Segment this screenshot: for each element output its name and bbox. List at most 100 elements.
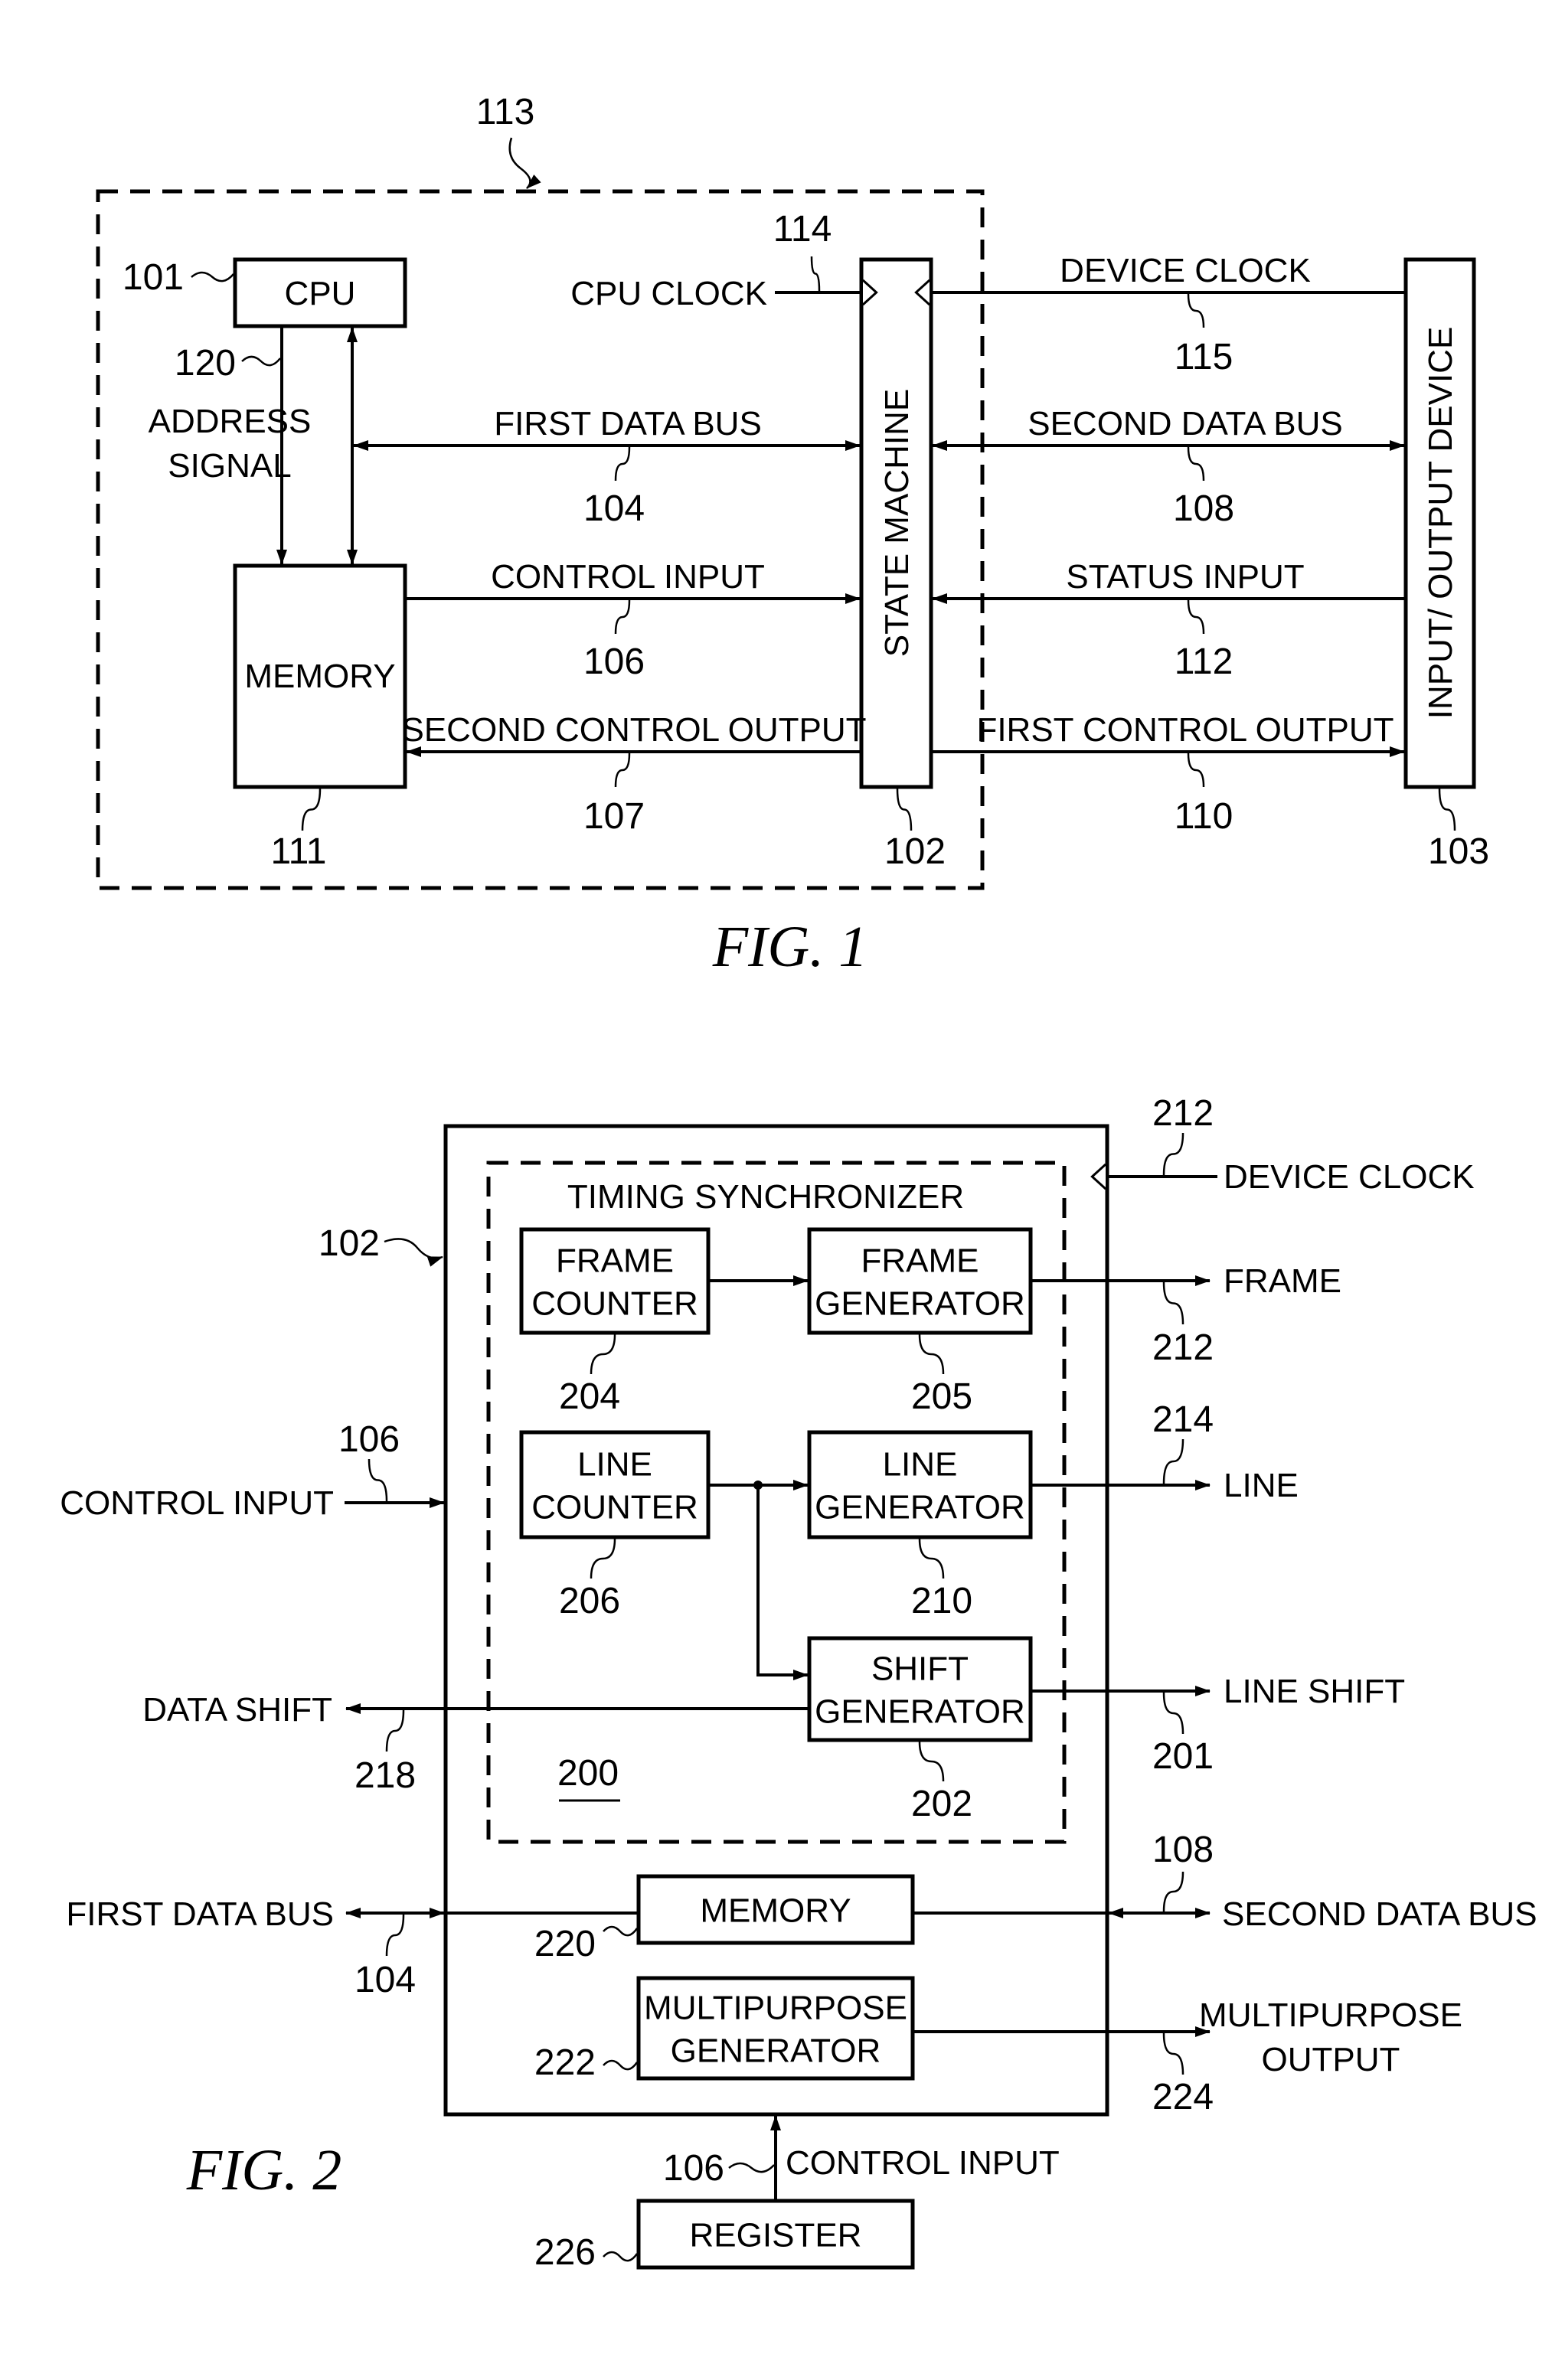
ref-102: 102 — [319, 1223, 380, 1264]
timing-synchronizer-title: TIMING SYNCHRONIZER — [567, 1178, 964, 1216]
status-input-label: STATUS INPUT — [1066, 558, 1304, 596]
ref-206: 206 — [559, 1581, 620, 1621]
ref-220: 220 — [534, 1924, 596, 1964]
leader-101 — [191, 271, 234, 282]
figure-1: 113 CPU 101 MEMORY 111 STATE MACHINE 102 INPUT/… — [96, 92, 1489, 979]
leader-111 — [301, 788, 322, 831]
shift-generator-label-line: SHIFT — [871, 1650, 969, 1688]
leader-102 — [384, 1238, 443, 1267]
ref-106-bottom: 106 — [663, 2148, 724, 2189]
leader-106 — [614, 599, 631, 635]
control-input-bottom-label: CONTROL INPUT — [786, 2144, 1060, 2182]
multipurpose-output-label-line: OUTPUT — [1262, 2041, 1400, 2078]
leader-113 — [508, 137, 541, 189]
leader-226 — [603, 2251, 639, 2262]
ref-101: 101 — [123, 257, 184, 298]
leader-104 — [385, 1914, 405, 1957]
figure-2-caption: FIG. 2 — [186, 2138, 342, 2202]
ref-113: 113 — [476, 92, 535, 132]
ref-214: 214 — [1152, 1399, 1214, 1440]
line-counter-label-line: COUNTER — [531, 1489, 698, 1526]
leader-212-frame — [1162, 1281, 1184, 1325]
cpu-label: CPU — [285, 275, 356, 312]
leader-212-clock — [1162, 1132, 1184, 1176]
leader-115 — [1187, 293, 1205, 328]
leader-108 — [1187, 446, 1205, 482]
leader-106-bottom — [728, 2162, 775, 2173]
control-input-label: CONTROL INPUT — [491, 558, 765, 596]
shift-generator-label-line: GENERATOR — [815, 1693, 1025, 1731]
cpu-clock-label: CPU CLOCK — [570, 275, 767, 312]
frame-label: FRAME — [1224, 1262, 1341, 1300]
ref-114: 114 — [773, 209, 832, 250]
multipurpose-generator-label-line: MULTIPURPOSE — [644, 1990, 907, 2027]
ref-202: 202 — [911, 1784, 972, 1824]
leader-224 — [1162, 2032, 1184, 2075]
leader-201 — [1162, 1692, 1184, 1735]
ref-115: 115 — [1175, 337, 1233, 377]
frame-generator-label-line: GENERATOR — [815, 1285, 1025, 1323]
data-shift-label: DATA SHIFT — [142, 1691, 332, 1729]
leader-106-left — [368, 1458, 388, 1502]
ref-224: 224 — [1152, 2077, 1214, 2117]
first-control-output-label: FIRST CONTROL OUTPUT — [976, 711, 1394, 749]
control-input-left-label: CONTROL INPUT — [60, 1484, 334, 1522]
io-device-label: INPUT/ OUTPUT DEVICE — [1422, 327, 1459, 720]
frame-counter-label-line: FRAME — [556, 1242, 674, 1280]
ref-226: 226 — [534, 2232, 596, 2273]
multipurpose-output-label-line: MULTIPURPOSE — [1199, 1996, 1462, 2034]
ref-218: 218 — [355, 1755, 416, 1796]
device-clock-label: DEVICE CLOCK — [1224, 1158, 1475, 1196]
ref-111: 111 — [271, 831, 327, 872]
ref-107: 107 — [583, 796, 645, 837]
address-signal-label-line: ADDRESS — [149, 403, 312, 440]
line-shift-label: LINE SHIFT — [1224, 1673, 1405, 1710]
state-machine-label: STATE MACHINE — [878, 389, 916, 657]
ref-104: 104 — [355, 1960, 416, 2000]
leader-214 — [1162, 1438, 1184, 1484]
ref-210: 210 — [911, 1581, 972, 1621]
ref-106: 106 — [583, 642, 645, 682]
memory-label: MEMORY — [244, 658, 395, 695]
leader-120 — [241, 355, 281, 367]
leader-104 — [614, 446, 631, 482]
leader-218 — [385, 1709, 405, 1752]
register-label-line: REGISTER — [690, 2217, 862, 2254]
ref-108: 108 — [1152, 1830, 1214, 1870]
patent-drawing: 113 CPU 101 MEMORY 111 STATE MACHINE 102 INPUT/… — [60, 92, 1537, 2273]
second-data-bus-label: SECOND DATA BUS — [1222, 1895, 1537, 1933]
first-data-bus-label: FIRST DATA BUS — [494, 405, 762, 442]
leader-107 — [614, 753, 631, 788]
ref-102: 102 — [884, 831, 946, 872]
ref-108: 108 — [1173, 488, 1234, 529]
frame-generator-label-line: FRAME — [861, 1242, 979, 1280]
ref-212-clock: 212 — [1152, 1093, 1214, 1134]
ref-120: 120 — [175, 343, 236, 384]
ref-201: 201 — [1152, 1736, 1214, 1777]
leader-102 — [896, 788, 913, 831]
dashed-group-113 — [96, 189, 985, 890]
device-clock-label: DEVICE CLOCK — [1060, 252, 1311, 289]
ref-103: 103 — [1428, 831, 1489, 872]
leader-112 — [1187, 599, 1205, 635]
leader-103 — [1438, 788, 1456, 831]
frame-counter-label-line: COUNTER — [531, 1285, 698, 1323]
ref-112: 112 — [1175, 642, 1233, 682]
ref-204: 204 — [559, 1376, 620, 1417]
figure-1-caption: FIG. 1 — [712, 915, 868, 979]
second-control-output-label: SECOND CONTROL OUTPUT — [401, 711, 866, 749]
memory-label-line: MEMORY — [700, 1892, 851, 1930]
ref-212-frame: 212 — [1152, 1327, 1214, 1368]
ref-205: 205 — [911, 1376, 972, 1417]
leader-110 — [1187, 753, 1205, 788]
address-signal-label-line: SIGNAL — [168, 447, 291, 485]
multipurpose-generator-label-line: GENERATOR — [671, 2032, 881, 2070]
ref-200: 200 — [557, 1753, 619, 1794]
line-generator-label-line: LINE — [883, 1446, 958, 1484]
first-data-bus-label: FIRST DATA BUS — [66, 1895, 334, 1933]
line-label: LINE — [1224, 1467, 1299, 1504]
ref-106-left: 106 — [338, 1419, 400, 1460]
line-counter-label-line: LINE — [577, 1446, 652, 1484]
leader-114 — [810, 256, 821, 292]
second-data-bus-label: SECOND DATA BUS — [1028, 405, 1343, 442]
